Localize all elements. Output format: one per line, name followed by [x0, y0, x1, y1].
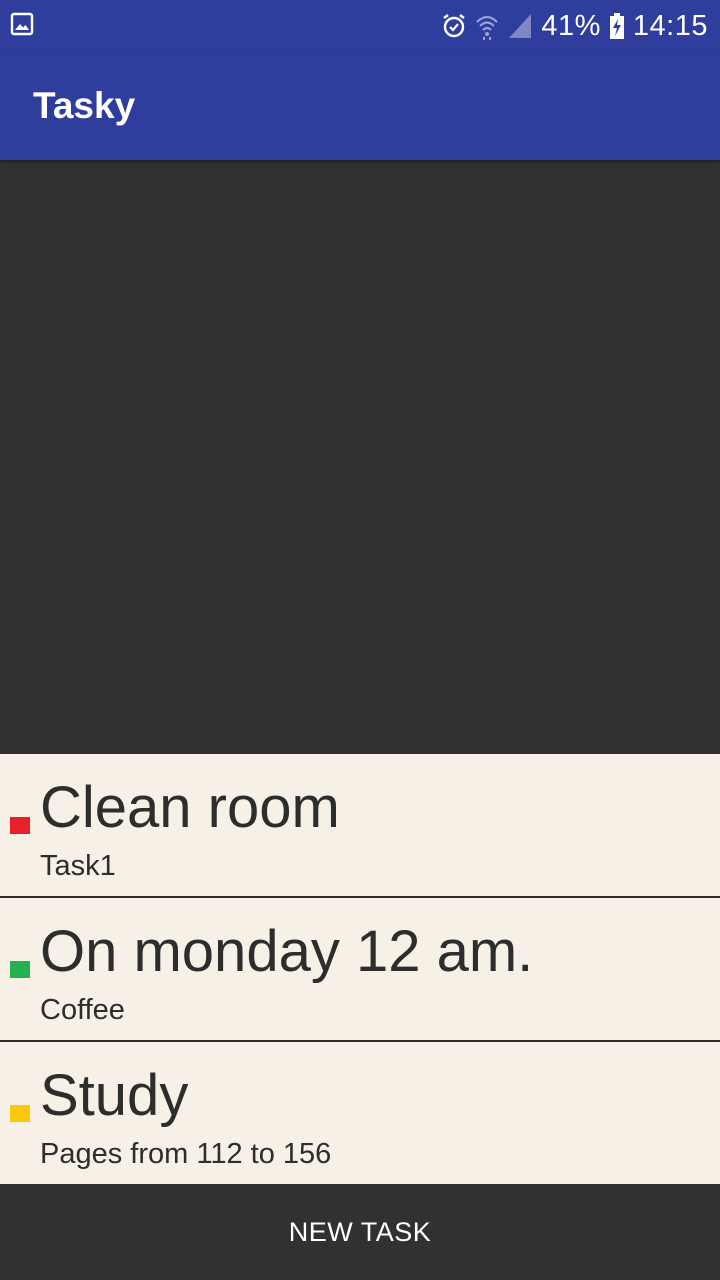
content-area — [0, 160, 720, 754]
new-task-button[interactable]: NEW TASK — [0, 1184, 720, 1280]
signal-icon — [507, 12, 533, 40]
task-item-study[interactable]: Study Pages from 112 to 156 — [0, 1042, 720, 1185]
image-notification-icon — [10, 12, 34, 36]
task-list: Clean room Task1 On monday 12 am. Coffee… — [0, 754, 720, 1185]
status-bar: 41% 14:15 — [0, 0, 720, 52]
task-item-clean-room[interactable]: Clean room Task1 — [0, 754, 720, 897]
task-subtitle: Pages from 112 to 156 — [40, 1138, 332, 1170]
alarm-icon — [441, 12, 467, 40]
task-title: On monday 12 am. — [40, 919, 534, 984]
wifi-icon — [475, 12, 499, 40]
clock: 14:15 — [632, 10, 708, 42]
app-bar: Tasky — [0, 52, 720, 160]
battery-charging-icon — [609, 12, 625, 40]
task-subtitle: Coffee — [40, 994, 125, 1026]
app-title: Tasky — [33, 85, 136, 126]
priority-marker — [10, 1105, 30, 1122]
priority-marker — [10, 961, 30, 978]
task-subtitle: Task1 — [40, 850, 116, 882]
status-icons: 41% 14:15 — [441, 0, 708, 52]
task-item-on-monday[interactable]: On monday 12 am. Coffee — [0, 898, 720, 1041]
task-title: Study — [40, 1063, 189, 1128]
task-title: Clean room — [40, 775, 340, 840]
battery-percent: 41% — [541, 10, 601, 42]
priority-marker — [10, 817, 30, 834]
